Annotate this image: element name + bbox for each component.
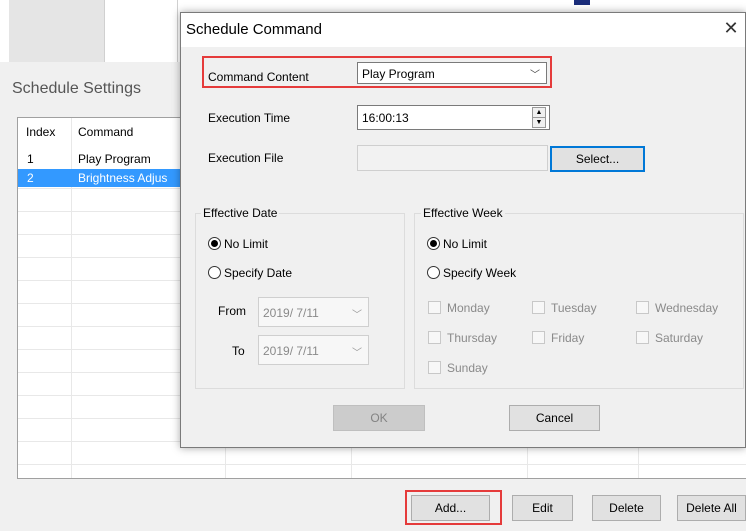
chevron-down-icon: ﹀ xyxy=(352,310,362,321)
friday-checkbox[interactable] xyxy=(532,331,545,344)
cancel-button[interactable]: Cancel xyxy=(509,405,600,431)
delete-button[interactable]: Delete xyxy=(592,495,661,521)
specify-week-radio[interactable] xyxy=(427,266,440,279)
decorative-mark xyxy=(574,0,590,5)
command-content-label: Command Content xyxy=(208,70,309,84)
select-file-button[interactable]: Select... xyxy=(550,146,645,172)
execution-file-field xyxy=(357,145,548,171)
close-icon[interactable]: ✕ xyxy=(721,18,741,39)
preview-thumbnail xyxy=(9,0,105,62)
effective-week-title: Effective Week xyxy=(421,206,505,220)
to-date-value: 2019/ 7/11 xyxy=(263,344,319,358)
monday-checkbox[interactable] xyxy=(428,301,441,314)
execution-time-value: 16:00:13 xyxy=(362,111,409,125)
column-header-index[interactable]: Index xyxy=(26,125,55,139)
to-label: To xyxy=(232,344,245,358)
to-date-picker[interactable]: 2019/ 7/11 ﹀ xyxy=(258,335,369,365)
ok-button[interactable]: OK xyxy=(333,405,425,431)
execution-time-label: Execution Time xyxy=(208,111,291,125)
dialog-title: Schedule Command xyxy=(186,21,322,38)
friday-label: Friday xyxy=(551,331,585,345)
wednesday-checkbox[interactable] xyxy=(636,301,649,314)
spin-down-icon[interactable]: ▼ xyxy=(532,117,546,128)
wednesday-label: Wednesday xyxy=(655,301,719,315)
date-no-limit-radio[interactable] xyxy=(208,237,221,250)
settings-title: Schedule Settings xyxy=(12,80,141,97)
specify-date-label[interactable]: Specify Date xyxy=(224,266,292,280)
command-content-value: Play Program xyxy=(362,67,435,81)
saturday-checkbox[interactable] xyxy=(636,331,649,344)
saturday-label: Saturday xyxy=(655,331,704,345)
row-line xyxy=(18,464,746,465)
from-date-value: 2019/ 7/11 xyxy=(263,306,319,320)
chevron-down-icon: ﹀ xyxy=(352,348,362,359)
sunday-label: Sunday xyxy=(447,361,488,375)
highlight-box xyxy=(405,490,502,525)
row-index: 2 xyxy=(27,171,34,185)
specify-week-label[interactable]: Specify Week xyxy=(443,266,516,280)
execution-time-field[interactable]: 16:00:13 ▲ ▼ xyxy=(357,105,550,130)
from-date-picker[interactable]: 2019/ 7/11 ﹀ xyxy=(258,297,369,327)
thursday-checkbox[interactable] xyxy=(428,331,441,344)
tuesday-checkbox[interactable] xyxy=(532,301,545,314)
week-no-limit-label[interactable]: No Limit xyxy=(443,237,487,251)
thursday-label: Thursday xyxy=(447,331,498,345)
effective-date-title: Effective Date xyxy=(201,206,280,220)
table-row-selected[interactable]: 2 Brightness Adjus xyxy=(18,169,198,187)
row-command: Play Program xyxy=(78,152,151,166)
command-content-dropdown[interactable]: Play Program ﹀ xyxy=(357,62,547,84)
date-no-limit-label[interactable]: No Limit xyxy=(224,237,268,251)
specify-date-radio[interactable] xyxy=(208,266,221,279)
chevron-down-icon: ﹀ xyxy=(530,70,540,81)
schedule-command-dialog: Schedule Command ✕ Command Content Play … xyxy=(180,12,746,448)
dialog-titlebar[interactable]: Schedule Command ✕ xyxy=(181,13,745,47)
delete-all-button[interactable]: Delete All xyxy=(677,495,746,521)
sunday-checkbox[interactable] xyxy=(428,361,441,374)
monday-label: Monday xyxy=(447,301,490,315)
week-no-limit-radio[interactable] xyxy=(427,237,440,250)
divider xyxy=(177,0,178,62)
tuesday-label: Tuesday xyxy=(551,301,597,315)
edit-button[interactable]: Edit xyxy=(512,495,573,521)
execution-file-label: Execution File xyxy=(208,151,284,165)
row-index: 1 xyxy=(27,152,34,166)
from-label: From xyxy=(218,304,246,318)
row-command: Brightness Adjus xyxy=(78,171,168,185)
column-header-command[interactable]: Command xyxy=(78,125,133,139)
